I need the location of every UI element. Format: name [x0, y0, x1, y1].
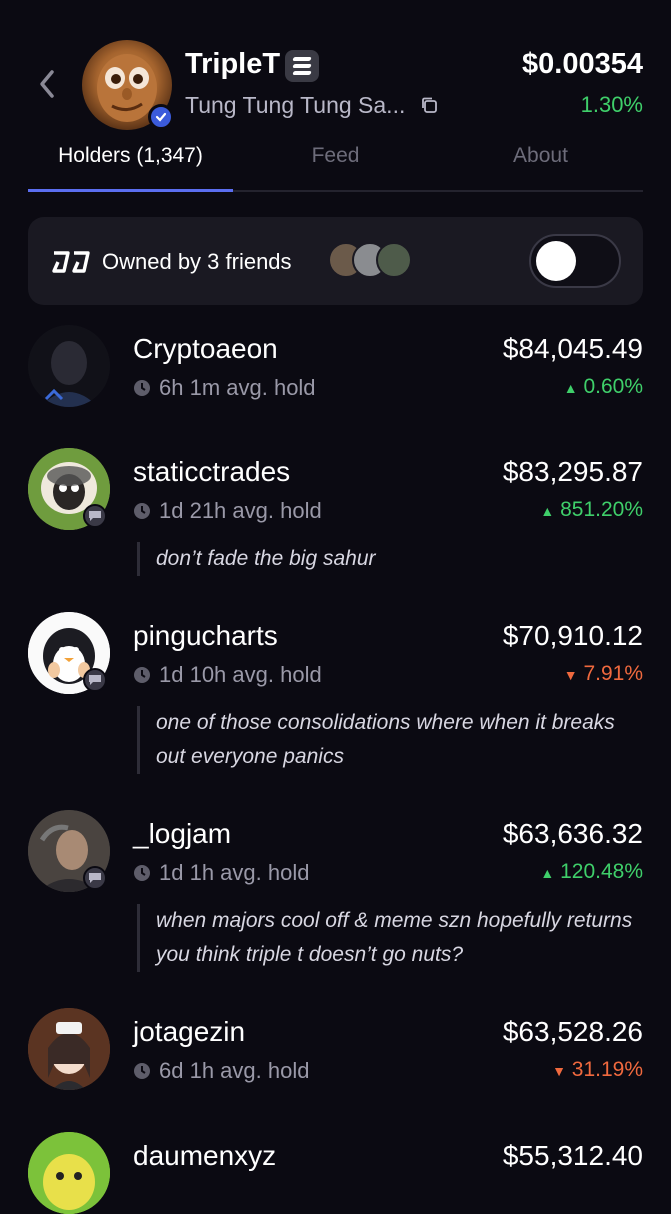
holder-comment: don’t fade the big sahur [137, 542, 646, 576]
holder-change: ▲ 0.60% [564, 375, 643, 399]
change-text: 31.19% [571, 1058, 643, 1081]
holder-value: $63,528.26 [502, 1016, 643, 1047]
holder-value: $83,295.87 [502, 456, 643, 487]
holder-hold-time: 1d 1h avg. hold [133, 860, 309, 886]
clock-icon [134, 1063, 150, 1079]
clock-icon [134, 503, 150, 519]
chat-icon [83, 504, 107, 528]
token-header: TripleT Tung Tung Tung Sa... $0.00354 1.… [0, 0, 671, 140]
token-price-change: 1.30% [580, 92, 643, 117]
holder-avatar[interactable] [28, 325, 110, 407]
change-text: 851.20% [560, 498, 643, 521]
friends-filter-card: Owned by 3 friends [28, 217, 643, 305]
token-full-name: Tung Tung Tung Sa... [185, 92, 406, 118]
hold-text: 1d 1h avg. hold [159, 860, 310, 885]
holder-value: $55,312.40 [502, 1140, 643, 1171]
hold-text: 6h 1m avg. hold [159, 375, 316, 400]
copy-icon[interactable] [420, 96, 438, 114]
holder-value: $63,636.32 [502, 818, 643, 849]
token-price: $0.00354 [522, 48, 643, 80]
tab-feed[interactable]: Feed [233, 144, 438, 168]
chat-icon [83, 866, 107, 890]
verified-badge-icon [148, 104, 174, 130]
clock-icon [134, 667, 150, 683]
triangle-up-icon: ▲ [540, 865, 555, 881]
holder-hold-time: 1d 21h avg. hold [133, 498, 322, 524]
holder-value: $84,045.49 [502, 333, 643, 364]
holder-comment: one of those consolidations where when i… [137, 706, 646, 774]
holder-name[interactable]: Cryptoaeon [133, 333, 278, 365]
back-button[interactable] [34, 66, 62, 102]
holder-change: ▼ 31.19% [552, 1058, 643, 1082]
tab-about[interactable]: About [438, 144, 643, 168]
holder-change: ▲ 120.48% [540, 860, 643, 884]
holder-comment: when majors cool off & meme szn hopefull… [137, 904, 646, 972]
change-text: 0.60% [583, 375, 643, 398]
hold-text: 1d 10h avg. hold [159, 662, 322, 687]
change-text: 7.91% [583, 662, 643, 685]
triangle-up-icon: ▲ [563, 380, 578, 396]
holder-hold-time: 1d 10h avg. hold [133, 662, 322, 688]
triangle-up-icon: ▲ [540, 503, 555, 519]
friend-avatar [376, 242, 412, 278]
change-text: 120.48% [560, 860, 643, 883]
tab-bar: Holders (1,347) Feed About [28, 140, 643, 192]
holder-avatar[interactable] [28, 1132, 110, 1214]
holder-name[interactable]: staticctrades [133, 456, 290, 488]
holder-hold-time: 6h 1m avg. hold [133, 375, 316, 401]
active-tab-indicator [28, 189, 233, 192]
friends-owned-text: Owned by 3 friends [102, 249, 292, 274]
holder-hold-time: 6d 1h avg. hold [133, 1058, 309, 1084]
clock-icon [134, 380, 150, 396]
holder-name[interactable]: pingucharts [133, 620, 278, 652]
friends-toggle[interactable] [529, 234, 621, 288]
clock-icon [134, 865, 150, 881]
triangle-down-icon: ▼ [552, 1063, 566, 1079]
holder-name[interactable]: daumenxyz [133, 1140, 276, 1172]
holder-change: ▲ 851.20% [540, 498, 643, 522]
toggle-knob [536, 241, 576, 281]
chevron-left-icon [40, 70, 54, 98]
holder-name[interactable]: jotagezin [133, 1016, 245, 1048]
holder-name[interactable]: _logjam [133, 818, 231, 850]
holder-value: $70,910.12 [502, 620, 643, 651]
token-name: TripleT [185, 48, 281, 80]
triangle-down-icon: ▼ [563, 667, 578, 683]
hold-text: 1d 21h avg. hold [159, 498, 322, 523]
holder-avatar[interactable] [28, 1008, 110, 1090]
chat-icon [83, 668, 107, 692]
friends-logo-icon [52, 251, 90, 273]
holder-change: ▼ 7.91% [564, 662, 643, 686]
solana-chain-icon [285, 50, 319, 82]
hold-text: 6d 1h avg. hold [159, 1058, 310, 1083]
tab-holders[interactable]: Holders (1,347) [28, 144, 233, 168]
